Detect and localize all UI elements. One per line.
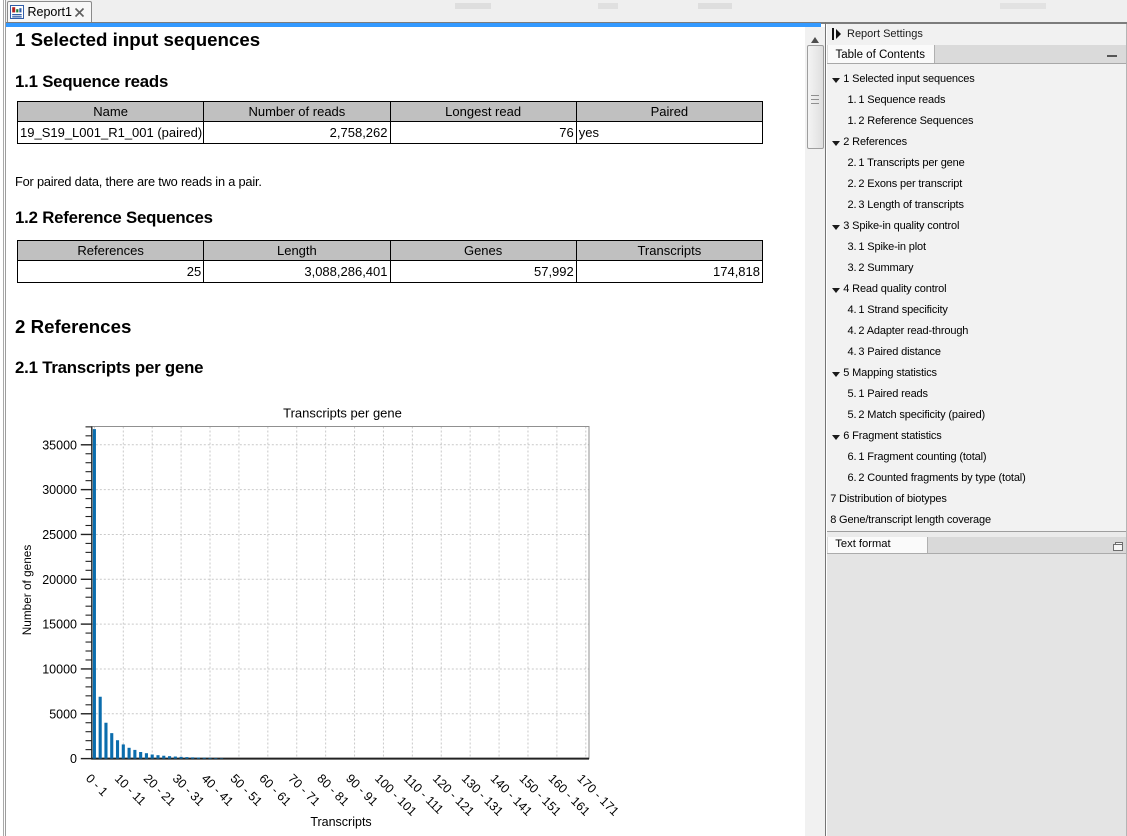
svg-text:Transcripts: Transcripts: [310, 815, 371, 829]
svg-text:25000: 25000: [42, 528, 77, 542]
svg-text:0 - 1: 0 - 1: [83, 771, 111, 799]
svg-text:10000: 10000: [42, 663, 77, 677]
svg-text:5000: 5000: [49, 707, 77, 721]
svg-text:Number of genes: Number of genes: [20, 545, 34, 636]
svg-text:30000: 30000: [42, 483, 77, 497]
svg-text:0: 0: [70, 752, 77, 766]
svg-text:Transcripts per gene: Transcripts per gene: [283, 405, 402, 420]
svg-text:15000: 15000: [42, 618, 77, 632]
svg-text:10 - 11: 10 - 11: [112, 771, 149, 808]
svg-text:20000: 20000: [42, 573, 77, 587]
svg-text:35000: 35000: [42, 438, 77, 452]
